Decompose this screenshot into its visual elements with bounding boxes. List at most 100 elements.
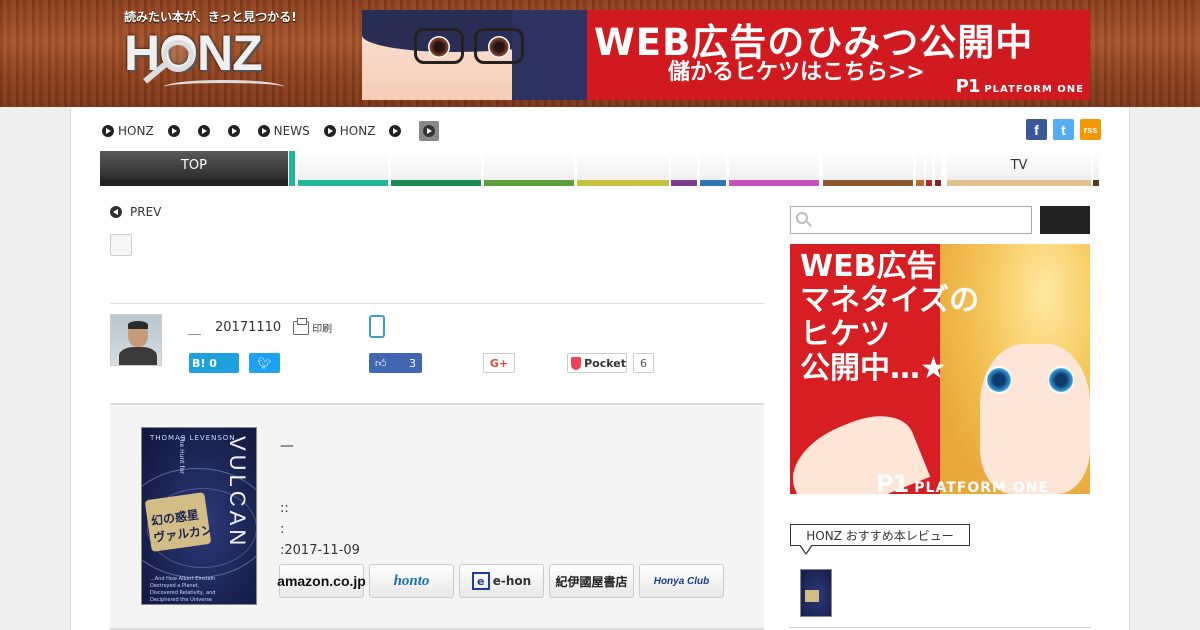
author-name[interactable]: ＿: [188, 318, 201, 337]
nav-item[interactable]: [298, 151, 388, 186]
nav-color-bar: [1093, 180, 1099, 186]
search-input[interactable]: [790, 206, 1032, 234]
prev-label: PREV: [130, 205, 162, 219]
nav-item[interactable]: [700, 151, 726, 186]
rss-label: rss: [1083, 124, 1098, 135]
avatar-body: [119, 347, 157, 365]
nav-label: TOP: [180, 158, 207, 173]
nav-item[interactable]: [391, 151, 481, 186]
nav-item[interactable]: [289, 151, 295, 186]
recommend-heading: HONZ おすすめ本レビュー: [790, 524, 970, 546]
nav-item[interactable]: [729, 151, 819, 186]
nav-item[interactable]: [671, 151, 697, 186]
breadcrumb-current: [419, 121, 440, 141]
nav-color-bar: [700, 180, 726, 186]
rss-icon[interactable]: rss: [1080, 119, 1101, 140]
sidebar-ad[interactable]: WEB広告 マネタイズの ヒケツ 公開中…★ P1 PLATFORM ONE: [790, 244, 1090, 494]
breadcrumb-item[interactable]: HONZ: [323, 124, 375, 138]
ehon-button[interactable]: e e-hon: [459, 564, 544, 598]
nav-item[interactable]: [577, 151, 669, 186]
author-avatar[interactable]: [110, 314, 162, 366]
divider: [110, 303, 764, 304]
printer-icon: [293, 317, 310, 335]
honya-club-button[interactable]: Honya Club: [639, 564, 724, 598]
breadcrumb-item[interactable]: [167, 125, 184, 137]
facebook-like-button[interactable]: 👍︎ 3: [369, 353, 422, 373]
book-meta-author: ::: [280, 501, 289, 516]
arrow-right-icon: [167, 125, 180, 137]
speech-bubble-tail: [799, 544, 813, 555]
book-icon: [164, 80, 284, 94]
recommend-book-thumbnail[interactable]: [800, 569, 832, 617]
nav-color-bar: [935, 180, 941, 186]
article-date: 20171110: [215, 320, 282, 335]
arrow-right-icon: [423, 125, 436, 137]
honto-button[interactable]: honto: [369, 564, 454, 598]
pocket-icon: [571, 356, 582, 370]
print-button[interactable]: 印刷: [293, 317, 332, 335]
magnifier-icon: [162, 40, 194, 72]
tweet-button[interactable]: 🐦︎: [249, 353, 280, 373]
nav-label: TV: [1010, 158, 1028, 173]
hatena-bookmark-button[interactable]: B! 0: [189, 353, 239, 373]
sidebar-ad-line: マネタイズの: [800, 283, 980, 318]
ehon-label: e-hon: [492, 574, 532, 588]
search-icon: [796, 212, 812, 228]
header-social-links: f t rss: [1026, 119, 1101, 140]
breadcrumb-item[interactable]: [197, 125, 214, 137]
top-banner-ad[interactable]: WEB広告のひみつ公開中 儲かるヒケツはこちら>> P1 PLATFORM ONE: [362, 10, 1090, 100]
facebook-icon[interactable]: f: [1026, 119, 1047, 140]
nav-color-bar: [729, 180, 819, 186]
nav-item[interactable]: [935, 151, 941, 186]
store-links: amazon.co.jp honto e e-hon 紀伊國屋書店 Honya C…: [277, 564, 724, 598]
nav-item[interactable]: [484, 151, 574, 186]
nav-color-bar: [298, 180, 388, 186]
sidebar-ad-line: WEB広告: [800, 249, 937, 284]
thumbs-up-icon: 👍︎: [375, 356, 387, 370]
search-button[interactable]: [1040, 206, 1090, 234]
breadcrumb-item[interactable]: HONZ: [102, 124, 154, 138]
breadcrumb-item[interactable]: NEWS: [257, 124, 310, 138]
prev-link[interactable]: PREV: [110, 205, 161, 219]
nav-item[interactable]: [926, 151, 932, 186]
sidebar-ad-line: ヒケツ: [800, 317, 890, 352]
breadcrumb-label: HONZ: [118, 124, 154, 138]
book-title: —: [280, 438, 294, 454]
mobile-icon[interactable]: [369, 315, 385, 338]
book-cover[interactable]: THOMAS LEVENSON The Hunt for VULCAN 幻の惑星…: [141, 427, 257, 605]
breadcrumb-item[interactable]: [389, 125, 405, 137]
google-plus-button[interactable]: G+: [483, 353, 515, 373]
ad-character-eye: [986, 366, 1012, 394]
sidebar-ad-text: WEB広告 マネタイズの ヒケツ 公開中…★: [800, 250, 979, 386]
kinokuniya-button[interactable]: 紀伊國屋書店: [549, 564, 634, 598]
nav-color-bar: [823, 180, 913, 186]
nav-item[interactable]: [916, 151, 924, 186]
arrow-right-icon: [389, 125, 402, 137]
nav-item[interactable]: [1093, 151, 1099, 186]
arrow-right-icon: [197, 125, 210, 137]
category-tag[interactable]: [110, 234, 132, 256]
book-meta-date: :2017-11-09: [280, 543, 360, 558]
nav-color-bar: [577, 180, 669, 186]
category-nav: TOP TV: [100, 151, 1100, 186]
twitter-icon[interactable]: t: [1053, 119, 1074, 140]
nav-item[interactable]: TOP: [100, 151, 288, 186]
nav-item[interactable]: TV: [947, 151, 1091, 186]
amazon-button[interactable]: amazon.co.jp: [277, 564, 366, 598]
ad-subheadline: 儲かるヒケツはこちら>>: [668, 60, 925, 85]
nav-color-bar: [484, 180, 574, 186]
nav-item[interactable]: [823, 151, 913, 186]
nav-color-bar: [671, 180, 697, 186]
cover-blurb: ...And How Albert Einstein Destroyed a P…: [150, 576, 216, 603]
divider: [790, 627, 1090, 628]
nav-color-bar: [916, 180, 924, 186]
pocket-button[interactable]: Pocket: [567, 353, 627, 373]
nav-color-bar: [289, 180, 295, 186]
ad-character-eye: [1048, 366, 1074, 394]
ehon-icon: e: [471, 572, 490, 590]
site-logo[interactable]: 読みたい本が、きっと見つかる! HONZ: [124, 8, 297, 100]
book-meta: :: : :2017-11-09: [280, 498, 360, 561]
arrow-left-icon: [110, 206, 122, 218]
breadcrumb-item[interactable]: [227, 125, 244, 137]
ad-character: [362, 10, 587, 100]
